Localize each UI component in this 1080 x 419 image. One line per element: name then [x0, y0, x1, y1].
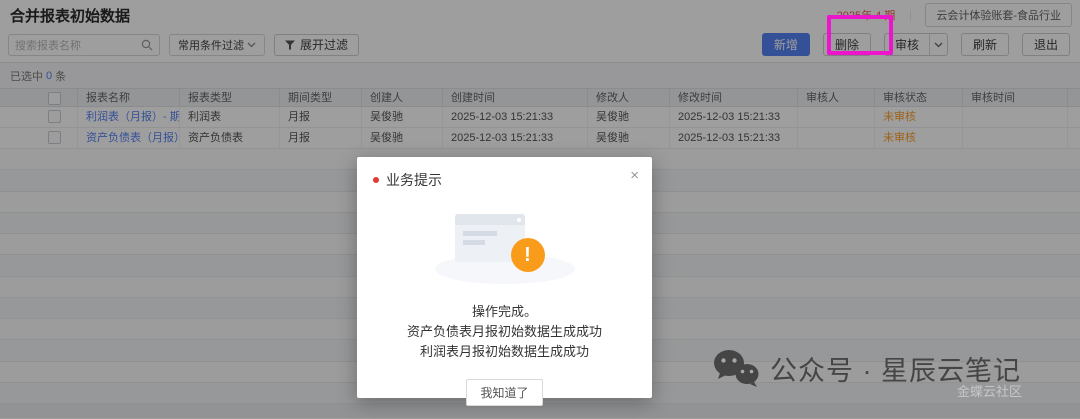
annotation-highlight-box: [827, 15, 893, 55]
wechat-watermark-label: 公众号 · 星辰云笔记: [770, 349, 1021, 388]
business-prompt-dialog: 业务提示 × ! 操作完成。 资产负债表月报初始数据生成成功 利润表月报初始数据…: [357, 157, 652, 398]
red-dot-icon: [373, 177, 379, 183]
message-line-1: 操作完成。: [357, 302, 652, 322]
message-line-2: 资产负债表月报初始数据生成成功: [357, 322, 652, 342]
warning-exclamation-icon: !: [511, 238, 545, 272]
confirm-button[interactable]: 我知道了: [466, 379, 542, 406]
wechat-icon: [712, 348, 760, 388]
message-line-3: 利润表月报初始数据生成成功: [357, 342, 652, 362]
close-icon[interactable]: ×: [630, 168, 639, 183]
wechat-watermark: 公众号 · 星辰云笔记: [712, 348, 1021, 388]
notice-illustration: !: [415, 208, 595, 292]
dialog-title: 业务提示: [386, 170, 442, 190]
